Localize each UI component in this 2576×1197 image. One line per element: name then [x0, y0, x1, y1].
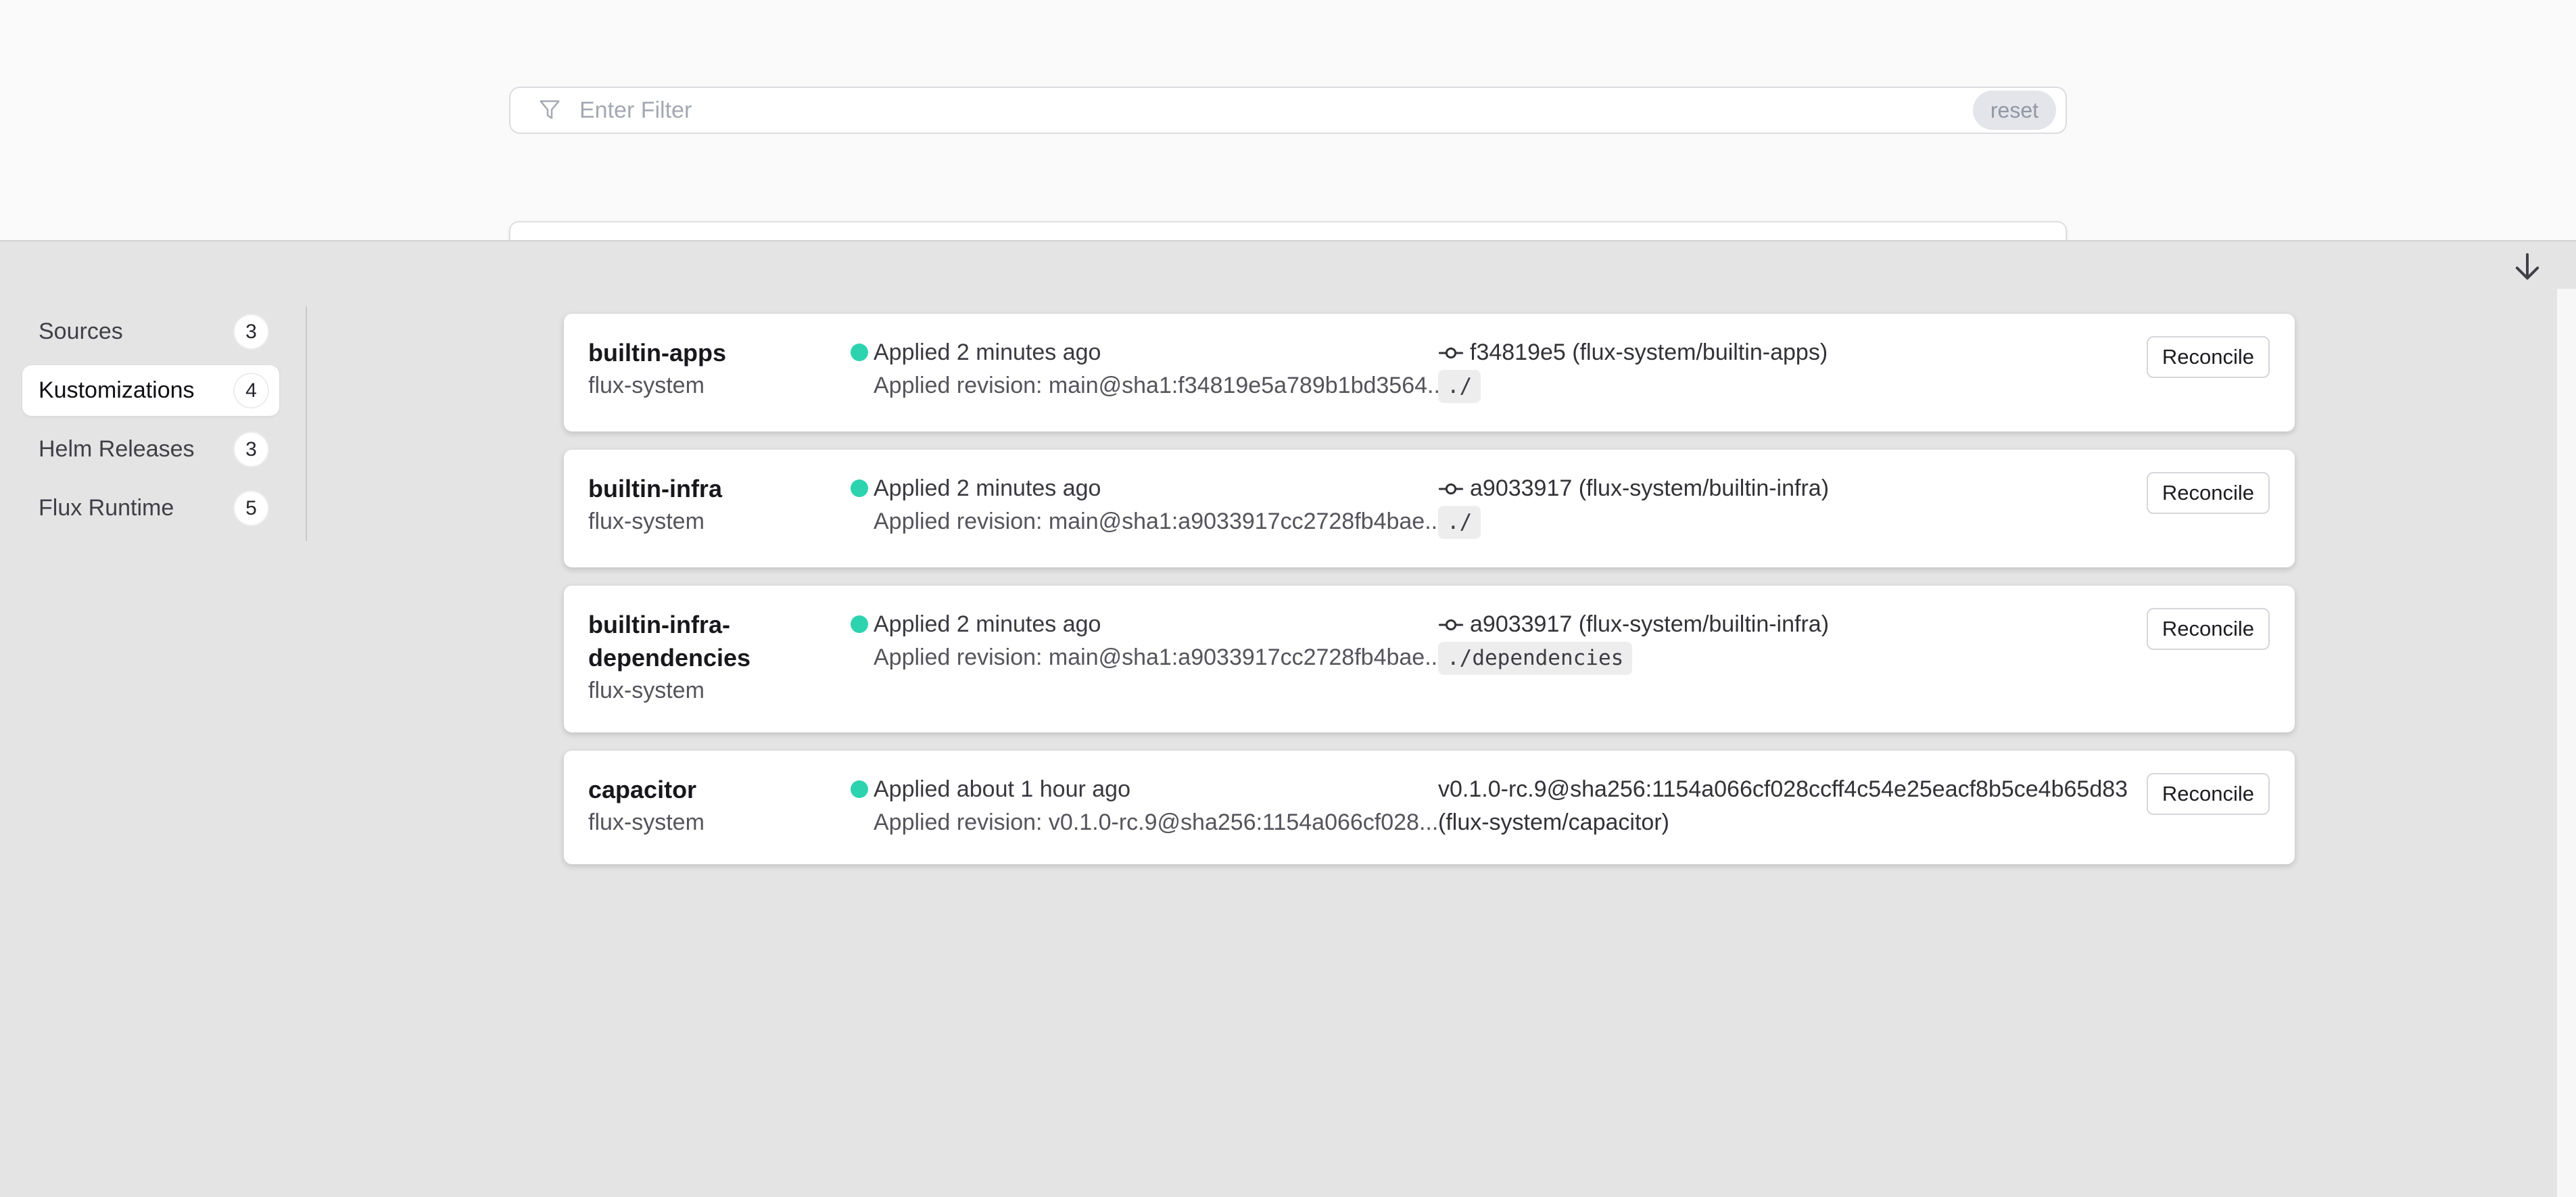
reconcile-button[interactable]: Reconcile: [2147, 608, 2270, 650]
sidebar-item-helm-releases[interactable]: Helm Releases 3: [22, 424, 279, 475]
count-badge: 4: [233, 373, 269, 408]
kustomization-name: builtin-infra: [588, 472, 851, 505]
filter-funnel-icon: [536, 95, 563, 125]
applied-ref-target: (flux-system/capacitor): [1438, 806, 2162, 839]
reconcile-button[interactable]: Reconcile: [2147, 336, 2270, 378]
reconcile-button[interactable]: Reconcile: [2147, 773, 2270, 815]
card-ref-col: f34819e5 (flux-system/builtin-apps) ./: [1438, 336, 2162, 406]
kustomization-card-capacitor[interactable]: capacitor flux-system Applied about 1 ho…: [564, 751, 2295, 864]
card-name-col: builtin-infra-dependencies flux-system: [588, 608, 851, 707]
status-text: Applied 2 minutes ago: [874, 472, 1438, 505]
status-text: Applied 2 minutes ago: [874, 336, 1438, 369]
count-badge: 5: [233, 490, 269, 526]
card-ref-col: v0.1.0-rc.9@sha256:1154a066cf028ccff4c54…: [1438, 773, 2162, 839]
sidebar-item-kustomizations[interactable]: Kustomizations 4: [22, 365, 279, 416]
sidebar-item-label: Helm Releases: [39, 436, 195, 463]
sidebar-item-label: Kustomizations: [39, 377, 195, 404]
path-chip: ./dependencies: [1438, 642, 1632, 675]
revision-text: Applied revision: main@sha1:a9033917cc27…: [874, 641, 1438, 674]
git-commit-icon: [1438, 476, 1464, 502]
count-badge: 3: [233, 314, 269, 350]
card-status-col: Applied about 1 hour ago Applied revisio…: [851, 773, 1438, 839]
kustomization-list: builtin-apps flux-system Applied 2 minut…: [564, 314, 2295, 883]
sidebar-item-label: Flux Runtime: [39, 495, 174, 521]
applied-ref: a9033917 (flux-system/builtin-infra): [1470, 472, 1829, 505]
card-status-col: Applied 2 minutes ago Applied revision: …: [851, 472, 1438, 538]
kustomization-namespace: flux-system: [588, 369, 851, 402]
card-status-col: Applied 2 minutes ago Applied revision: …: [851, 336, 1438, 402]
sidebar-divider: [306, 306, 307, 541]
reconcile-button[interactable]: Reconcile: [2147, 472, 2270, 514]
kustomization-name: builtin-infra-dependencies: [588, 608, 851, 674]
card-name-col: capacitor flux-system: [588, 773, 851, 839]
kustomization-namespace: flux-system: [588, 806, 851, 839]
card-ref-col: a9033917 (flux-system/builtin-infra) ./d…: [1438, 608, 2162, 678]
revision-text: Applied revision: main@sha1:a9033917cc27…: [874, 505, 1438, 538]
applied-ref: a9033917 (flux-system/builtin-infra): [1470, 608, 1829, 641]
status-text: Applied about 1 hour ago: [874, 773, 1438, 806]
path-chip: ./: [1438, 370, 1481, 403]
applied-artifact-ref: v0.1.0-rc.9@sha256:1154a066cf028ccff4c54…: [1438, 773, 2128, 806]
sidebar-item-label: Sources: [39, 319, 123, 345]
filter-bar: reset: [509, 87, 2067, 134]
kustomization-card-builtin-apps[interactable]: builtin-apps flux-system Applied 2 minut…: [564, 314, 2295, 431]
panel-sidebar: Sources 3 Kustomizations 4 Helm Releases…: [22, 306, 279, 542]
path-chip: ./: [1438, 506, 1481, 539]
git-commit-icon: [1438, 340, 1464, 366]
card-name-col: builtin-infra flux-system: [588, 472, 851, 538]
sidebar-item-flux-runtime[interactable]: Flux Runtime 5: [22, 483, 279, 534]
kustomization-name: capacitor: [588, 773, 851, 806]
collapse-panel-button[interactable]: [2507, 247, 2548, 287]
revision-text: Applied revision: v0.1.0-rc.9@sha256:115…: [874, 806, 1438, 839]
panel-scrollbar[interactable]: [2557, 289, 2576, 1197]
card-name-col: builtin-apps flux-system: [588, 336, 851, 402]
status-ready-dot: [851, 479, 868, 497]
git-commit-icon: [1438, 612, 1464, 638]
sidebar-item-sources[interactable]: Sources 3: [22, 306, 279, 357]
status-ready-dot: [851, 780, 868, 798]
kustomization-card-builtin-infra-dependencies[interactable]: builtin-infra-dependencies flux-system A…: [564, 586, 2295, 732]
reset-filter-button[interactable]: reset: [1973, 91, 2056, 130]
kustomization-namespace: flux-system: [588, 505, 851, 538]
kustomization-namespace: flux-system: [588, 674, 851, 707]
status-ready-dot: [851, 344, 868, 361]
revision-text: Applied revision: main@sha1:f34819e5a789…: [874, 369, 1438, 402]
card-ref-col: a9033917 (flux-system/builtin-infra) ./: [1438, 472, 2162, 542]
filter-input[interactable]: [579, 97, 1973, 124]
count-badge: 3: [233, 431, 269, 467]
kustomization-card-builtin-infra[interactable]: builtin-infra flux-system Applied 2 minu…: [564, 450, 2295, 567]
kustomization-name: builtin-apps: [588, 336, 851, 369]
status-text: Applied 2 minutes ago: [874, 608, 1438, 641]
card-status-col: Applied 2 minutes ago Applied revision: …: [851, 608, 1438, 674]
arrow-down-icon: [2508, 248, 2546, 286]
applied-ref: f34819e5 (flux-system/builtin-apps): [1470, 336, 1828, 369]
status-ready-dot: [851, 615, 868, 633]
resources-panel: Sources 3 Kustomizations 4 Helm Releases…: [0, 240, 2576, 1197]
